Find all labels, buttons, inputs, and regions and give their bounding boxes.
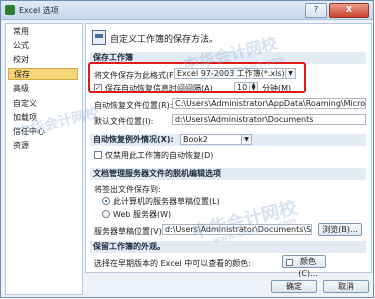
spinner-arrows-icon[interactable]: ▲ ▼ xyxy=(249,83,257,92)
format-select-value: Excel 97-2003 工作簿(*.xls) xyxy=(177,69,285,78)
format-select[interactable]: Excel 97-2003 工作簿(*.xls) ▼ xyxy=(174,68,296,79)
chevron-down-icon: ▼ xyxy=(285,69,295,78)
autorecover-location-input[interactable]: C:\Users\Administrator\AppData\Roaming\M… xyxy=(172,98,366,109)
colors-label: 选择在早期版本的 Excel 中可以查看的颜色: xyxy=(94,259,251,268)
excel-options-dialog: Excel 选项 ? X 常用 公式 校对 保存 高级 自定义 加载项 信任中心… xyxy=(0,0,374,298)
help-button[interactable]: ? xyxy=(305,3,327,18)
minutes-unit-label: 分钟(M) xyxy=(262,84,292,93)
sidebar-item-formulas[interactable]: 公式 xyxy=(8,40,78,52)
autorecover-minutes-value: 10 xyxy=(237,83,248,92)
autorecover-location-label: 自动恢复文件位置(R): xyxy=(94,101,173,110)
sidebar-item-trust-center[interactable]: 信任中心 xyxy=(8,126,78,138)
sidebar-item-save[interactable]: 保存 xyxy=(8,68,78,80)
colors-button[interactable]: 颜色(C)... xyxy=(282,255,326,278)
drafts-location-label: 服务器草稿位置(V): xyxy=(94,227,165,236)
browse-button[interactable]: 浏览(B)... xyxy=(318,223,362,236)
disable-recover-label: 仅禁用此工作簿的自动恢复(D) xyxy=(105,151,214,160)
sidebar-item-general[interactable]: 常用 xyxy=(8,26,78,38)
section-server-files: 文档管理服务器文件的脱机编辑选项 xyxy=(90,168,366,180)
exceptions-workbook-value: Book2 xyxy=(183,135,208,144)
sidebar-item-customize[interactable]: 自定义 xyxy=(8,98,78,110)
disable-recover-checkbox[interactable] xyxy=(94,151,102,159)
radio-local-drafts[interactable] xyxy=(102,197,110,205)
radio-web-server-label: Web 服务器(W) xyxy=(113,210,172,219)
ok-button[interactable]: 确定 xyxy=(271,280,317,293)
save-disk-icon xyxy=(92,30,106,45)
drafts-location-input[interactable]: d:\Users\Administrator\Documents\SharePo… xyxy=(162,224,312,235)
exceptions-workbook-select[interactable]: Book2 ▼ xyxy=(180,134,252,145)
color-swatch-icon xyxy=(286,259,293,266)
sidebar-item-resources[interactable]: 资源 xyxy=(8,140,78,152)
radio-local-drafts-label: 此计算机的服务器草稿位置(L) xyxy=(113,197,220,206)
chevron-down-icon: ▼ xyxy=(241,135,251,144)
options-sidebar: 常用 公式 校对 保存 高级 自定义 加载项 信任中心 资源 xyxy=(5,23,83,295)
sidebar-item-addins[interactable]: 加载项 xyxy=(8,112,78,124)
sidebar-item-advanced[interactable]: 高级 xyxy=(8,83,78,95)
window-title: Excel 选项 xyxy=(19,6,59,15)
sidebar-item-proofing[interactable]: 校对 xyxy=(8,54,78,66)
section-preserve-visual: 保留工作簿的外观。 xyxy=(90,241,366,253)
cancel-button[interactable]: 取消 xyxy=(323,280,369,293)
close-button[interactable]: X xyxy=(329,3,369,18)
panel-header: 自定义工作簿的保存方法。 xyxy=(110,35,219,45)
excel-app-icon xyxy=(5,5,15,15)
checked-out-label: 将签出文件保存到: xyxy=(94,185,161,194)
default-location-label: 默认文件位置(I): xyxy=(94,117,154,126)
format-label: 将文件保存为此格式(F): xyxy=(94,71,180,80)
options-panel: 自定义工作簿的保存方法。 保存工作簿 将文件保存为此格式(F): Excel 9… xyxy=(85,23,372,278)
autorecover-minutes-spinner[interactable]: 10 ▲ ▼ xyxy=(234,82,258,93)
colors-button-label: 颜色(C)... xyxy=(298,257,318,278)
autorecover-checkbox[interactable]: ✓ xyxy=(94,84,102,92)
section-save-workbooks: 保存工作簿 xyxy=(90,52,366,64)
autorecover-label: 保存自动恢复信息时间间隔(A) xyxy=(105,84,213,93)
title-bar: Excel 选项 ? X xyxy=(1,1,373,20)
radio-web-server[interactable] xyxy=(102,210,110,218)
exceptions-label: 自动恢复例外情况(X): xyxy=(93,135,174,144)
default-location-input[interactable]: d:\Users\Administrator\Documents xyxy=(172,114,366,125)
